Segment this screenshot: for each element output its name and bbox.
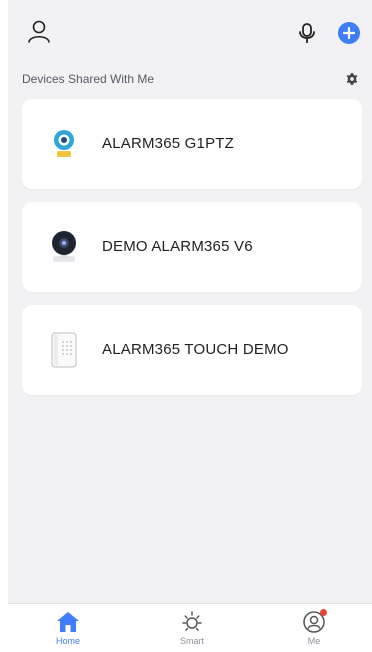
tab-home[interactable]: Home (38, 604, 98, 652)
home-screen: Devices Shared With Me ALARM365 G1PTZ DE… (8, 0, 372, 652)
person-icon (28, 20, 50, 43)
notification-badge (320, 609, 327, 616)
device-name: ALARM365 TOUCH DEMO (102, 341, 289, 358)
indoor-camera-thumbnail (44, 227, 84, 267)
section-settings-button[interactable] (344, 71, 360, 87)
device-name: DEMO ALARM365 V6 (102, 238, 253, 255)
microphone-icon (299, 23, 315, 43)
device-name: ALARM365 G1PTZ (102, 135, 235, 152)
home-icon (57, 612, 79, 632)
device-card[interactable]: ALARM365 G1PTZ (22, 99, 362, 189)
device-card[interactable]: DEMO ALARM365 V6 (22, 202, 362, 292)
sun-icon (182, 611, 202, 631)
tab-smart[interactable]: Smart (162, 604, 222, 652)
bottom-tab-bar: Home Smart Me (8, 603, 372, 652)
top-bar (8, 0, 372, 64)
tab-me[interactable]: Me (284, 604, 344, 652)
voice-button[interactable] (294, 20, 320, 46)
tab-label: Smart (179, 636, 204, 646)
ptz-camera-thumbnail (44, 124, 84, 164)
device-card[interactable]: ALARM365 TOUCH DEMO (22, 305, 362, 395)
plus-icon (343, 27, 355, 39)
tab-label: Home (55, 636, 80, 646)
gear-icon (346, 73, 358, 85)
section-title: Devices Shared With Me (22, 72, 155, 86)
touch-keypad-thumbnail (44, 330, 84, 370)
tab-label: Me (307, 636, 321, 646)
profile-button[interactable] (24, 16, 54, 46)
add-device-button[interactable] (338, 22, 360, 44)
